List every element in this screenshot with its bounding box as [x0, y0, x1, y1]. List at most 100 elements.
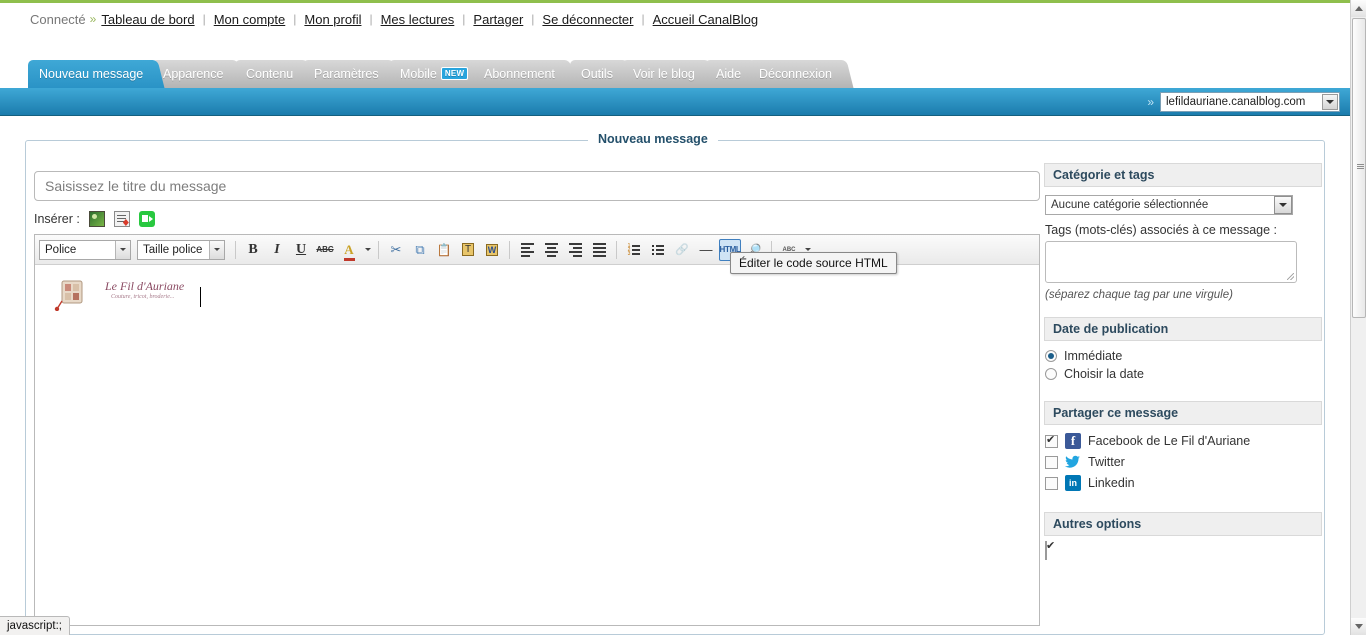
main-tab-bar: Nouveau message Apparence Contenu Paramè… — [0, 60, 1350, 88]
align-center-button[interactable] — [540, 239, 562, 261]
bold-button[interactable]: B — [242, 239, 264, 261]
nav-link-mon-compte[interactable]: Mon compte — [214, 12, 286, 27]
tab-abonnement[interactable]: Abonnement — [473, 60, 566, 88]
copy-button[interactable]: ⧉ — [409, 239, 431, 261]
browser-status-bar: javascript:; — [0, 616, 70, 635]
checkbox-twitter[interactable] — [1045, 455, 1058, 469]
tab-outils[interactable]: Outils — [570, 60, 624, 88]
align-right-button[interactable] — [564, 239, 586, 261]
tab-nouveau-message[interactable]: Nouveau message — [28, 60, 155, 88]
cut-button[interactable]: ✂ — [385, 239, 407, 261]
panel-title: Catégorie et tags — [1044, 163, 1322, 187]
tab-contenu[interactable]: Contenu — [235, 60, 305, 88]
nav-link-accueil-canalblog[interactable]: Accueil CanalBlog — [653, 12, 759, 27]
tags-hint: (séparez chaque tag par une virgule) — [1045, 289, 1233, 301]
radio-label: Choisir la date — [1064, 367, 1144, 381]
panel-categorie-et-tags: Catégorie et tags Aucune catégorie sélec… — [1044, 163, 1322, 311]
new-message-fieldset: Nouveau message Saisissez le titre du me… — [25, 132, 1325, 635]
insert-document-icon[interactable] — [113, 211, 130, 227]
insert-video-icon[interactable] — [138, 211, 155, 227]
signature-subtitle: Couture, tricot, broderie... — [111, 294, 175, 300]
radio-row-immediate[interactable]: Immédiate — [1045, 349, 1322, 363]
paste-as-text-button[interactable]: T — [457, 239, 479, 261]
underline-button[interactable]: U — [290, 239, 312, 261]
checkbox-other-option[interactable] — [1045, 541, 1047, 560]
tab-deconnexion[interactable]: Déconnexion — [748, 60, 843, 88]
nav-link-tableau-de-bord[interactable]: Tableau de bord — [101, 12, 194, 27]
connected-label: Connecté — [30, 11, 86, 27]
align-left-button[interactable] — [516, 239, 538, 261]
checkbox-linkedin[interactable] — [1045, 476, 1058, 490]
unordered-list-button[interactable] — [647, 239, 669, 261]
tab-parametres[interactable]: Paramètres — [303, 60, 390, 88]
share-row-linkedin[interactable]: in Linkedin — [1045, 475, 1322, 491]
tab-mobile[interactable]: Mobile NEW — [389, 60, 480, 88]
nav-separator: | — [293, 12, 297, 26]
editor-content-area[interactable]: Le Fil d'Auriane Couture, tricot, broder… — [35, 265, 1039, 625]
account-navigation-bar: Connecté » Tableau de bord | Mon compte … — [0, 5, 1350, 33]
facebook-icon: f — [1065, 433, 1081, 449]
signature-banner-image[interactable]: Le Fil d'Auriane Couture, tricot, broder… — [45, 277, 205, 312]
toolbar-divider — [235, 240, 236, 259]
font-family-select[interactable]: Police — [39, 239, 131, 260]
italic-button[interactable]: I — [266, 239, 288, 261]
strikethrough-button[interactable]: ABC — [314, 239, 336, 261]
nav-link-mes-lectures[interactable]: Mes lectures — [381, 12, 455, 27]
panel-title: Partager ce message — [1044, 401, 1322, 425]
share-row-facebook[interactable]: f Facebook de Le Fil d'Auriane — [1045, 433, 1322, 449]
resize-grip-icon[interactable] — [1287, 273, 1294, 280]
font-size-select[interactable]: Taille police — [137, 239, 225, 260]
nav-separator: | — [462, 12, 466, 26]
radio-immediate[interactable] — [1045, 350, 1057, 362]
panel-partager-ce-message: Partager ce message f Facebook de Le Fil… — [1044, 401, 1322, 506]
nav-separator: | — [641, 12, 645, 26]
main-content: Nouveau message Saisissez le titre du me… — [0, 128, 1350, 635]
radio-choisir-la-date[interactable] — [1045, 368, 1057, 380]
share-row-twitter[interactable]: Twitter — [1045, 454, 1322, 470]
radio-row-choisir-la-date[interactable]: Choisir la date — [1045, 367, 1322, 381]
scrollbar-grip-icon — [1357, 164, 1364, 169]
chevron-down-icon[interactable] — [1274, 196, 1292, 214]
scroll-down-arrow-icon[interactable] — [1351, 618, 1366, 635]
text-color-button[interactable]: A — [338, 239, 360, 261]
radio-label: Immédiate — [1064, 349, 1123, 363]
toolbar-divider — [616, 240, 617, 259]
nav-separator: | — [202, 12, 206, 26]
chevron-down-icon[interactable] — [1322, 94, 1338, 110]
text-color-dropdown[interactable] — [362, 239, 372, 261]
ordered-list-button[interactable]: 123 — [623, 239, 645, 261]
tab-label: Paramètres — [314, 67, 379, 81]
vertical-scrollbar[interactable] — [1350, 0, 1366, 635]
chevron-down-icon[interactable] — [209, 240, 224, 259]
tab-voir-le-blog[interactable]: Voir le blog — [622, 60, 706, 88]
tab-label: Déconnexion — [759, 67, 832, 81]
message-title-placeholder: Saisissez le titre du message — [45, 178, 227, 194]
share-label: Facebook de Le Fil d'Auriane — [1088, 434, 1251, 448]
chevron-down-icon[interactable] — [115, 240, 130, 259]
panel-body: f Facebook de Le Fil d'Auriane Twitter — [1044, 425, 1322, 506]
insert-label: Insérer : — [34, 212, 80, 226]
scroll-up-arrow-icon[interactable] — [1351, 0, 1366, 17]
nav-link-mon-profil[interactable]: Mon profil — [304, 12, 361, 27]
blog-select[interactable]: lefildauriane.canalblog.com — [1160, 92, 1340, 112]
checkbox-facebook[interactable] — [1045, 433, 1058, 448]
paste-from-word-button[interactable]: W — [481, 239, 503, 261]
nav-link-se-deconnecter[interactable]: Se déconnecter — [542, 12, 633, 27]
horizontal-rule-button[interactable]: — — [695, 239, 717, 261]
category-select[interactable]: Aucune catégorie sélectionnée — [1045, 195, 1293, 215]
tab-apparence[interactable]: Apparence — [152, 60, 235, 88]
align-justify-button[interactable] — [588, 239, 610, 261]
link-button[interactable]: 🔗 — [671, 239, 693, 261]
nav-link-partager[interactable]: Partager — [473, 12, 523, 27]
panel-body: Aucune catégorie sélectionnée Tags (mots… — [1044, 187, 1322, 311]
tags-input[interactable] — [1045, 241, 1297, 283]
share-label: Twitter — [1088, 455, 1125, 469]
paste-button[interactable]: 📋 — [433, 239, 455, 261]
tab-label: Voir le blog — [633, 67, 695, 81]
insert-image-icon[interactable] — [88, 211, 105, 227]
panel-title: Autres options — [1044, 512, 1322, 536]
message-title-input[interactable]: Saisissez le titre du message — [34, 171, 1040, 201]
wysiwyg-editor: Police Taille police B I U ABC A ✂ ⧉ 📋 T… — [34, 234, 1040, 626]
scrollbar-thumb[interactable] — [1352, 18, 1366, 318]
tab-aide[interactable]: Aide — [705, 60, 753, 88]
